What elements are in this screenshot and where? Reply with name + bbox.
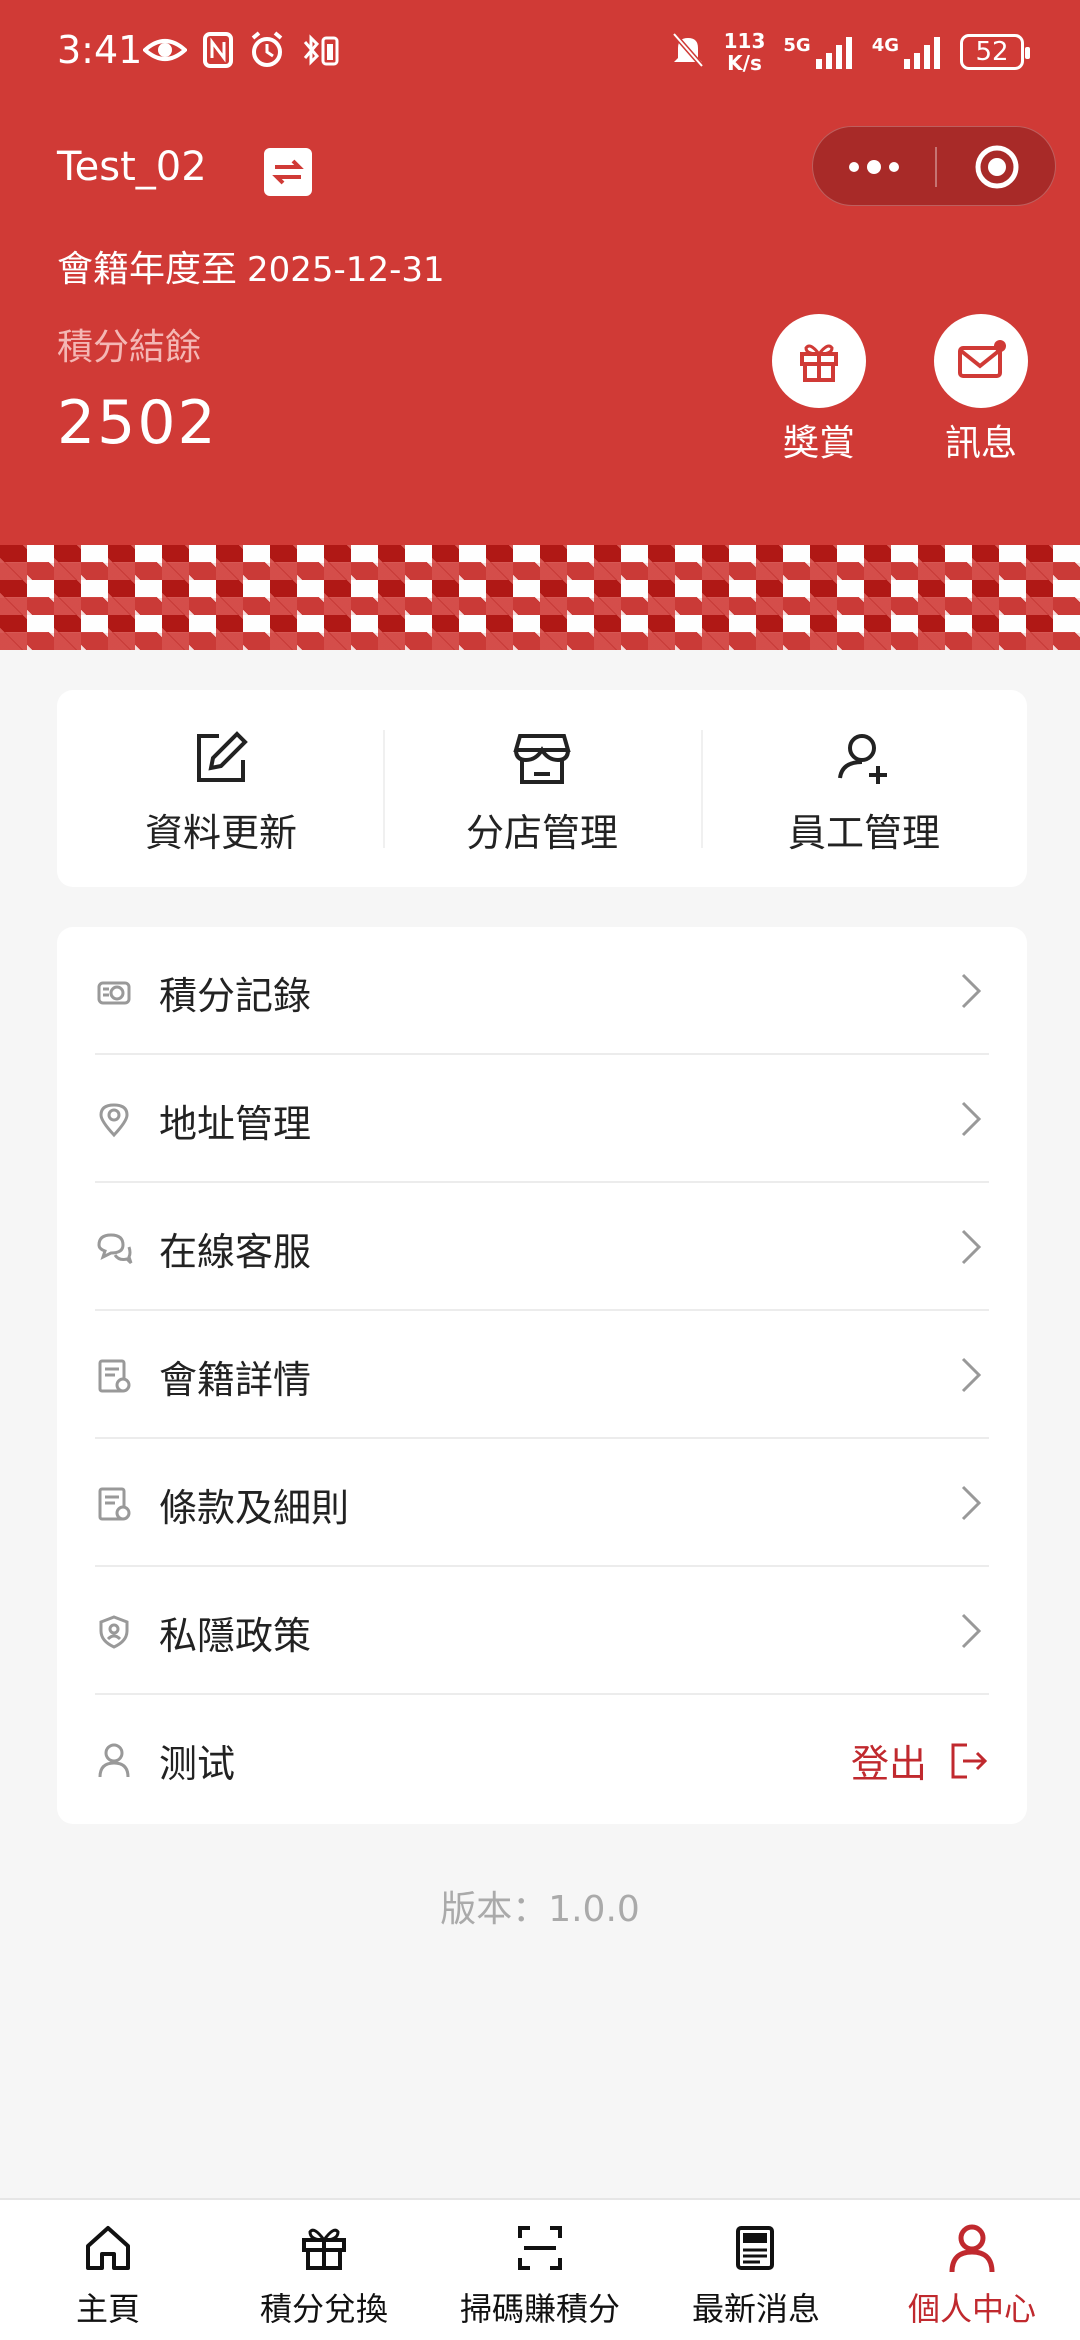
scan-icon [518,2226,562,2270]
home-icon [86,2226,130,2270]
tab-home[interactable]: 主頁 [0,2200,216,2340]
target-close-icon [975,145,1019,189]
signal-4g-icon: 4G [872,35,942,69]
status-icons-right: 113 K/s 5G 4G 52 [670,29,1030,75]
bottom-tab-bar: 主頁 積分兌換 掃碼賺積分 最新消息 個人中心 [0,2198,1080,2340]
points-label: 積分結餘 [57,327,202,368]
battery-indicator: 52 [960,34,1030,70]
rewards-button[interactable] [772,314,866,408]
menu-item-membership-details[interactable]: 會籍詳情 [95,1311,989,1439]
tab-scan-earn[interactable]: 掃碼賺積分 [432,2200,648,2340]
tab-personal-center[interactable]: 個人中心 [864,2200,1080,2340]
messages-label: 訊息 [944,423,1017,464]
status-bar: 3:41 113 K/s 5G 4G 52 [0,0,1080,110]
bluetooth-battery-icon [301,30,341,74]
checkered-banner-overlay [0,545,1080,650]
user-add-icon [838,734,887,784]
chevron-right-icon [961,1485,982,1521]
more-button[interactable] [813,127,935,207]
location-icon [99,1103,129,1138]
points-value: 2502 [57,388,218,458]
menu-item-address-management[interactable]: 地址管理 [95,1055,989,1183]
store-icon [513,734,571,784]
quick-action-staff-management[interactable]: 員工管理 [713,690,1015,887]
menu-item-online-support[interactable]: 在線客服 [95,1183,989,1311]
logout-button[interactable]: 登出 [851,1733,989,1788]
logout-icon [951,1743,988,1778]
status-time: 3:41 [57,28,143,72]
gift-icon [800,344,838,382]
app-version: 版本：1.0.0 [440,1889,640,1930]
chevron-right-icon [961,1357,982,1393]
mail-icon [958,340,1006,378]
mute-bell-icon [670,30,706,74]
more-dots-icon [849,160,899,174]
chat-icon [97,1233,133,1265]
signal-5g-icon: 5G [783,35,853,69]
eye-icon [142,30,188,74]
membership-date: 2025-12-31 [247,250,445,290]
net-speed: 113 K/s [723,29,766,75]
quick-divider [383,730,385,848]
news-icon [736,2226,774,2270]
gift-icon [302,2228,346,2270]
user-icon [98,1743,130,1778]
account-name: Test_02 [57,144,207,190]
document-icon [98,1487,131,1521]
quick-action-profile-update[interactable]: 資料更新 [70,690,372,887]
tab-latest-news[interactable]: 最新消息 [648,2200,864,2340]
chevron-right-icon [961,1613,982,1649]
quick-divider [701,730,703,848]
rewards-label: 獎賞 [782,423,855,464]
status-icons-left [142,30,341,74]
switch-account-button[interactable] [264,148,312,196]
settings-menu-card: 積分記錄 地址管理 在線客服 會籍詳情 條款及細則 私隱政策 测试 登出 [57,927,1027,1824]
nfc-icon [203,30,233,74]
user-name: 测试 [159,1742,236,1786]
quick-actions-card: 資料更新 分店管理 員工管理 [57,690,1027,887]
profile-header: 3:41 113 K/s 5G 4G 52 Test_02 會籍年度至 2025… [0,0,1080,545]
person-icon [949,2224,995,2273]
alarm-icon [249,30,285,74]
swap-icon [272,159,304,185]
chevron-right-icon [961,973,982,1009]
menu-item-points-history[interactable]: 積分記錄 [95,927,989,1055]
coins-icon [97,981,131,1005]
membership-label: 會籍年度至 [57,249,238,290]
menu-item-privacy-policy[interactable]: 私隱政策 [95,1567,989,1695]
quick-action-branch-management[interactable]: 分店管理 [391,690,693,887]
tab-points-redeem[interactable]: 積分兌換 [216,2200,432,2340]
document-icon [98,1359,131,1393]
close-mini-program-button[interactable] [937,127,1057,207]
shield-icon [99,1615,129,1649]
chevron-right-icon [961,1101,982,1137]
messages-button[interactable] [934,314,1028,408]
membership-expiry: 會籍年度至 2025-12-31 [57,240,445,292]
logout-label: 登出 [850,1742,927,1786]
menu-item-terms[interactable]: 條款及細則 [95,1439,989,1567]
user-row: 测试 登出 [95,1695,989,1823]
mini-program-capsule [812,126,1056,206]
chevron-right-icon [961,1229,982,1265]
edit-icon [197,731,248,782]
